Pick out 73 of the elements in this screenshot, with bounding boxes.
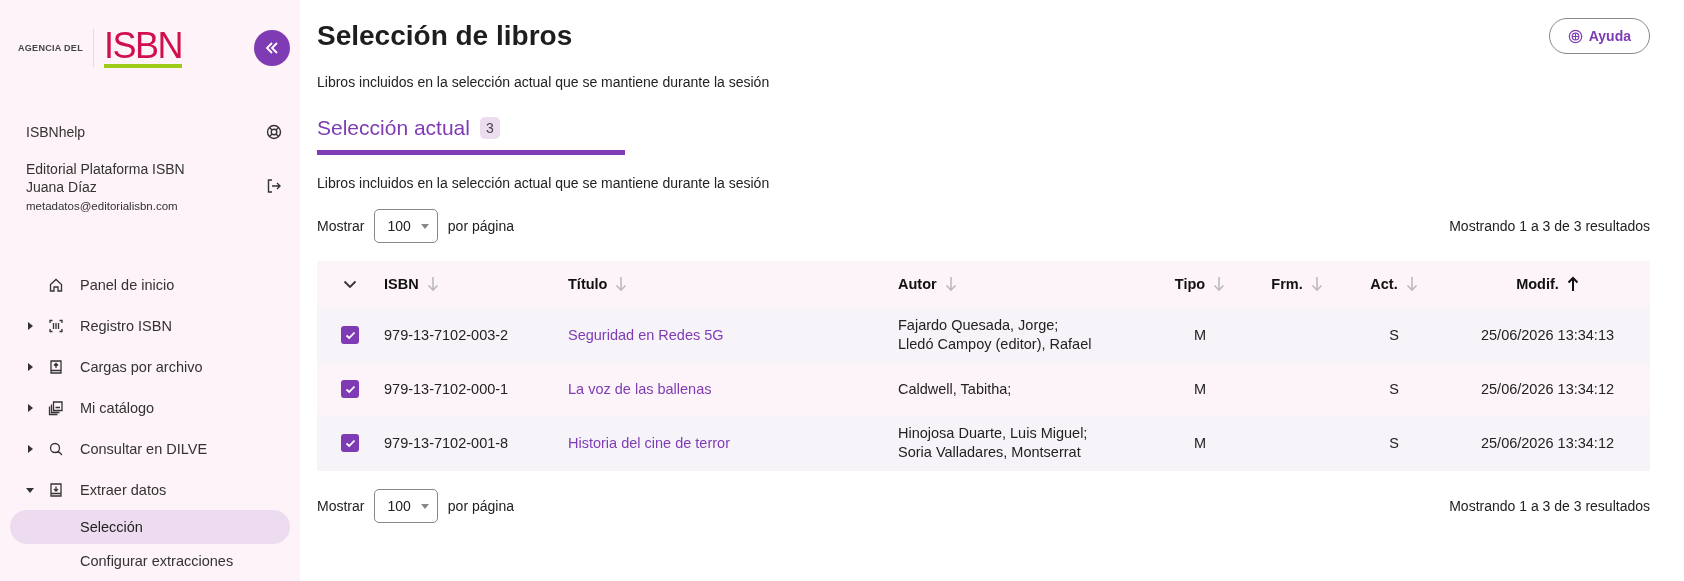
column-header[interactable]: Frm. <box>1271 276 1303 292</box>
search-icon <box>48 440 64 457</box>
lifebuoy-icon <box>1567 28 1583 44</box>
nav-item[interactable]: Panel de inicio <box>10 264 290 305</box>
isbn-cell: 979-13-7102-000-1 <box>384 381 509 397</box>
isbn-cell: 979-13-7102-003-2 <box>384 327 509 343</box>
author-cell: Hinojosa Duarte, Luis Miguel; Soria Valladares, Montserrat <box>898 424 1088 462</box>
modified-cell: 25/06/2026 13:34:13 <box>1480 327 1614 343</box>
pager-label: Mostrar <box>317 218 365 234</box>
active-cell: S <box>1389 327 1399 343</box>
logo-mark: ISBN <box>103 28 182 68</box>
logout-icon[interactable] <box>266 178 282 194</box>
book-title-link[interactable]: La voz de las ballenas <box>568 381 712 397</box>
checkmark-icon <box>344 384 356 394</box>
home-icon <box>48 276 64 293</box>
nav-subitem[interactable]: Configurar extracciones <box>10 544 290 578</box>
pager-label: Mostrar <box>317 498 365 514</box>
row-checkbox[interactable] <box>341 434 359 453</box>
author-cell: Caldwell, Tabitha; <box>898 379 1012 399</box>
nav-subitem[interactable]: Selección <box>10 510 290 544</box>
lifebuoy-icon[interactable] <box>266 124 282 140</box>
column-header[interactable]: Modif. <box>1516 276 1559 292</box>
help-button[interactable]: Ayuda <box>1548 18 1650 54</box>
barcode-icon <box>48 317 64 334</box>
column-header[interactable]: Título <box>568 276 608 292</box>
double-chevron-left-icon <box>264 40 280 56</box>
row-checkbox[interactable] <box>341 380 359 399</box>
book-title-link[interactable]: Historia del cine de terror <box>568 435 730 451</box>
nav-item[interactable]: Mi catálogo <box>10 387 290 428</box>
type-cell: M <box>1193 381 1207 397</box>
upload-icon <box>48 358 64 375</box>
nav-item[interactable]: Extraer datos <box>10 469 290 510</box>
dropdown-arrow-icon <box>420 503 429 509</box>
logo-prefix: AGENCIA DEL <box>18 43 83 53</box>
checkmark-icon <box>344 438 356 448</box>
column-header[interactable]: ISBN <box>384 276 419 292</box>
help-link[interactable]: ISBNhelp <box>26 124 86 140</box>
user-email: metadatos@editorialisbn.com <box>26 200 179 212</box>
collapse-sidebar-button[interactable] <box>254 30 290 66</box>
sort-up-arrow-icon[interactable] <box>1566 276 1579 292</box>
publisher-name: Editorial Plataforma ISBN <box>26 160 185 178</box>
dropdown-arrow-icon <box>420 223 429 229</box>
tab[interactable]: Selección actual 3 <box>317 116 625 155</box>
nav-item[interactable]: Cargas por archivo <box>10 346 290 387</box>
page-size-select[interactable]: 100 <box>374 489 438 523</box>
modified-cell: 25/06/2026 13:34:12 <box>1480 381 1614 397</box>
nav-item[interactable]: Registro ISBN <box>10 305 290 346</box>
results-summary: Mostrando 1 a 3 de 3 resultados <box>1449 218 1650 234</box>
isbn-cell: 979-13-7102-001-8 <box>384 435 509 451</box>
page-description: Libros incluidos en la selección actual que se mantiene durante la sesión <box>317 74 771 90</box>
type-cell: M <box>1193 435 1207 451</box>
book-title-link[interactable]: Seguridad en Redes 5G <box>568 327 724 343</box>
column-header[interactable]: Tipo <box>1174 276 1206 292</box>
modified-cell: 25/06/2026 13:34:12 <box>1480 435 1614 451</box>
page-title: Selección de libros <box>317 20 573 52</box>
column-header[interactable]: Act. <box>1370 276 1398 292</box>
row-checkbox[interactable] <box>341 326 359 345</box>
active-cell: S <box>1389 435 1399 451</box>
page-size-select[interactable]: 100 <box>374 209 438 243</box>
column-header[interactable]: Autor <box>898 276 937 292</box>
results-summary: Mostrando 1 a 3 de 3 resultados <box>1449 498 1650 514</box>
type-cell: M <box>1193 327 1207 343</box>
pager-label: por página <box>447 218 514 234</box>
tab-description: Libros incluidos en la selección actual que se mantiene durante la sesión <box>317 175 771 191</box>
active-cell: S <box>1389 381 1399 397</box>
checkmark-icon <box>344 330 356 340</box>
author-cell: Fajardo Quesada, Jorge; Lledó Campoy (editor), Rafael <box>898 316 1092 354</box>
nav-item[interactable]: Consultar en DILVE <box>10 428 290 469</box>
user-name: Juana Díaz <box>26 178 98 196</box>
chevron-down-icon[interactable] <box>343 280 357 289</box>
pager-label: por página <box>447 498 514 514</box>
download-icon <box>48 481 64 498</box>
catalog-icon <box>48 399 64 416</box>
